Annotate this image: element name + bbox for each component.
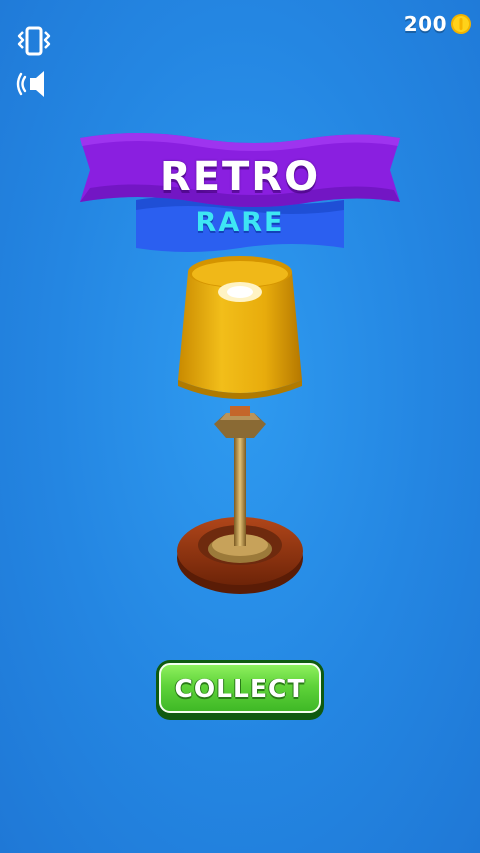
reward-banner: RETRO RARE	[78, 128, 402, 254]
table-lamp-illustration	[177, 256, 303, 594]
collect-button-label: COLLECT	[174, 674, 306, 703]
vibration-toggle-button[interactable]	[16, 24, 52, 60]
coin-icon	[451, 14, 471, 34]
collect-button[interactable]: COLLECT	[156, 660, 324, 720]
coin-count: 200	[403, 12, 447, 36]
coin-counter: 200	[404, 12, 472, 36]
reward-rarity: RARE	[195, 207, 285, 238]
phone-vibrate-icon	[17, 26, 51, 56]
sound-toggle-button[interactable]	[16, 66, 52, 102]
reward-name: RETRO	[159, 154, 321, 200]
speaker-icon	[16, 71, 44, 97]
reward-item-lamp	[160, 248, 320, 618]
